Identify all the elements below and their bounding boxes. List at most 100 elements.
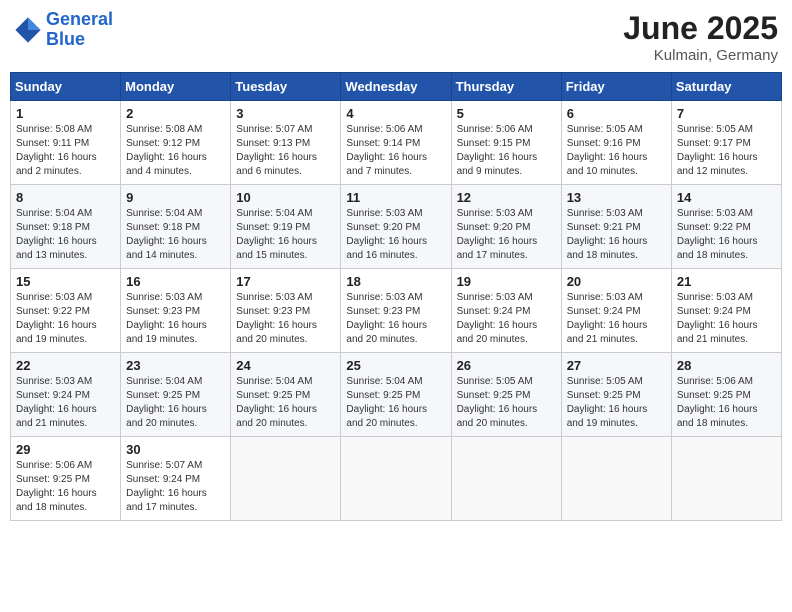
day-info: Sunrise: 5:03 AM Sunset: 9:23 PM Dayligh… bbox=[126, 291, 225, 347]
day-number: 28 bbox=[677, 358, 776, 373]
day-info: Sunrise: 5:03 AM Sunset: 9:22 PM Dayligh… bbox=[677, 207, 776, 263]
weekday-header: Wednesday bbox=[341, 73, 451, 101]
day-info: Sunrise: 5:04 AM Sunset: 9:18 PM Dayligh… bbox=[16, 207, 115, 263]
calendar-cell: 1Sunrise: 5:08 AM Sunset: 9:11 PM Daylig… bbox=[11, 101, 121, 185]
day-number: 26 bbox=[457, 358, 556, 373]
day-number: 30 bbox=[126, 442, 225, 457]
calendar-cell: 10 Sunrise: 5:04 AM Sunset: 9:19 PM Dayli… bbox=[231, 185, 341, 269]
day-number: 11 bbox=[346, 190, 445, 205]
calendar-cell: 28 Sunrise: 5:06 AM Sunset: 9:25 PM Dayli… bbox=[671, 353, 781, 437]
calendar-cell: 29Sunrise: 5:06 AM Sunset: 9:25 PM Dayli… bbox=[11, 437, 121, 521]
day-number: 19 bbox=[457, 274, 556, 289]
calendar-cell bbox=[231, 437, 341, 521]
day-number: 1 bbox=[16, 106, 115, 121]
day-info: Sunrise: 5:03 AM Sunset: 9:22 PM Dayligh… bbox=[16, 291, 115, 347]
calendar-cell bbox=[341, 437, 451, 521]
calendar-week-row: 29Sunrise: 5:06 AM Sunset: 9:25 PM Dayli… bbox=[11, 437, 782, 521]
day-info: Sunrise: 5:04 AM Sunset: 9:18 PM Dayligh… bbox=[126, 207, 225, 263]
calendar-cell: 19 Sunrise: 5:03 AM Sunset: 9:24 PM Dayli… bbox=[451, 269, 561, 353]
day-info: Sunrise: 5:05 AM Sunset: 9:16 PM Dayligh… bbox=[567, 123, 666, 179]
day-info: Sunrise: 5:04 AM Sunset: 9:25 PM Dayligh… bbox=[126, 375, 225, 431]
day-info: Sunrise: 5:04 AM Sunset: 9:25 PM Dayligh… bbox=[236, 375, 335, 431]
title-section: June 2025 Kulmain, Germany bbox=[623, 10, 778, 64]
day-info: Sunrise: 5:03 AM Sunset: 9:23 PM Dayligh… bbox=[236, 291, 335, 347]
calendar-subtitle: Kulmain, Germany bbox=[623, 47, 778, 64]
day-number: 9 bbox=[126, 190, 225, 205]
day-info: Sunrise: 5:03 AM Sunset: 9:24 PM Dayligh… bbox=[677, 291, 776, 347]
calendar-cell: 30 Sunrise: 5:07 AM Sunset: 9:24 PM Dayli… bbox=[121, 437, 231, 521]
day-info: Sunrise: 5:05 AM Sunset: 9:17 PM Dayligh… bbox=[677, 123, 776, 179]
day-number: 10 bbox=[236, 190, 335, 205]
calendar-cell: 16Sunrise: 5:03 AM Sunset: 9:23 PM Dayli… bbox=[121, 269, 231, 353]
day-info: Sunrise: 5:03 AM Sunset: 9:24 PM Dayligh… bbox=[457, 291, 556, 347]
calendar-week-row: 1Sunrise: 5:08 AM Sunset: 9:11 PM Daylig… bbox=[11, 101, 782, 185]
day-info: Sunrise: 5:03 AM Sunset: 9:20 PM Dayligh… bbox=[346, 207, 445, 263]
day-number: 20 bbox=[567, 274, 666, 289]
day-number: 8 bbox=[16, 190, 115, 205]
calendar-cell: 14 Sunrise: 5:03 AM Sunset: 9:22 PM Dayli… bbox=[671, 185, 781, 269]
day-number: 15 bbox=[16, 274, 115, 289]
calendar-cell: 21 Sunrise: 5:03 AM Sunset: 9:24 PM Dayli… bbox=[671, 269, 781, 353]
day-number: 2 bbox=[126, 106, 225, 121]
day-info: Sunrise: 5:06 AM Sunset: 9:25 PM Dayligh… bbox=[677, 375, 776, 431]
weekday-header: Friday bbox=[561, 73, 671, 101]
day-info: Sunrise: 5:04 AM Sunset: 9:19 PM Dayligh… bbox=[236, 207, 335, 263]
calendar-cell bbox=[561, 437, 671, 521]
weekday-header: Thursday bbox=[451, 73, 561, 101]
calendar-cell: 17 Sunrise: 5:03 AM Sunset: 9:23 PM Dayli… bbox=[231, 269, 341, 353]
day-info: Sunrise: 5:03 AM Sunset: 9:24 PM Dayligh… bbox=[16, 375, 115, 431]
day-number: 23 bbox=[126, 358, 225, 373]
day-number: 21 bbox=[677, 274, 776, 289]
day-number: 12 bbox=[457, 190, 556, 205]
calendar-cell: 4Sunrise: 5:06 AM Sunset: 9:14 PM Daylig… bbox=[341, 101, 451, 185]
weekday-header: Monday bbox=[121, 73, 231, 101]
day-info: Sunrise: 5:06 AM Sunset: 9:14 PM Dayligh… bbox=[346, 123, 445, 179]
calendar-cell: 20 Sunrise: 5:03 AM Sunset: 9:24 PM Dayli… bbox=[561, 269, 671, 353]
calendar-cell: 24 Sunrise: 5:04 AM Sunset: 9:25 PM Dayli… bbox=[231, 353, 341, 437]
logo-line1: General bbox=[46, 9, 113, 29]
calendar-cell: 26 Sunrise: 5:05 AM Sunset: 9:25 PM Dayli… bbox=[451, 353, 561, 437]
calendar-cell: 3Sunrise: 5:07 AM Sunset: 9:13 PM Daylig… bbox=[231, 101, 341, 185]
day-number: 5 bbox=[457, 106, 556, 121]
calendar-body: 1Sunrise: 5:08 AM Sunset: 9:11 PM Daylig… bbox=[11, 101, 782, 521]
day-number: 22 bbox=[16, 358, 115, 373]
day-number: 17 bbox=[236, 274, 335, 289]
day-number: 18 bbox=[346, 274, 445, 289]
day-number: 24 bbox=[236, 358, 335, 373]
calendar-cell: 22 Sunrise: 5:03 AM Sunset: 9:24 PM Dayli… bbox=[11, 353, 121, 437]
calendar-cell: 18Sunrise: 5:03 AM Sunset: 9:23 PM Dayli… bbox=[341, 269, 451, 353]
day-info: Sunrise: 5:05 AM Sunset: 9:25 PM Dayligh… bbox=[457, 375, 556, 431]
day-number: 14 bbox=[677, 190, 776, 205]
weekday-header: Saturday bbox=[671, 73, 781, 101]
weekday-header-row: SundayMondayTuesdayWednesdayThursdayFrid… bbox=[11, 73, 782, 101]
calendar-cell: 12 Sunrise: 5:03 AM Sunset: 9:20 PM Dayli… bbox=[451, 185, 561, 269]
logo-text: General Blue bbox=[46, 10, 113, 50]
calendar-cell: 23 Sunrise: 5:04 AM Sunset: 9:25 PM Dayli… bbox=[121, 353, 231, 437]
day-info: Sunrise: 5:08 AM Sunset: 9:12 PM Dayligh… bbox=[126, 123, 225, 179]
calendar-cell: 15 Sunrise: 5:03 AM Sunset: 9:22 PM Dayli… bbox=[11, 269, 121, 353]
calendar-cell: 9 Sunrise: 5:04 AM Sunset: 9:18 PM Daylig… bbox=[121, 185, 231, 269]
calendar-title: June 2025 bbox=[623, 10, 778, 47]
logo: General Blue bbox=[14, 10, 113, 50]
day-number: 25 bbox=[346, 358, 445, 373]
logo-icon bbox=[14, 16, 42, 44]
calendar-cell: 8 Sunrise: 5:04 AM Sunset: 9:18 PM Daylig… bbox=[11, 185, 121, 269]
weekday-header: Sunday bbox=[11, 73, 121, 101]
day-number: 7 bbox=[677, 106, 776, 121]
day-info: Sunrise: 5:03 AM Sunset: 9:24 PM Dayligh… bbox=[567, 291, 666, 347]
calendar-table: SundayMondayTuesdayWednesdayThursdayFrid… bbox=[10, 72, 782, 521]
weekday-header: Tuesday bbox=[231, 73, 341, 101]
calendar-cell: 25Sunrise: 5:04 AM Sunset: 9:25 PM Dayli… bbox=[341, 353, 451, 437]
calendar-cell: 6 Sunrise: 5:05 AM Sunset: 9:16 PM Daylig… bbox=[561, 101, 671, 185]
day-number: 6 bbox=[567, 106, 666, 121]
day-info: Sunrise: 5:03 AM Sunset: 9:20 PM Dayligh… bbox=[457, 207, 556, 263]
day-info: Sunrise: 5:07 AM Sunset: 9:24 PM Dayligh… bbox=[126, 459, 225, 515]
day-info: Sunrise: 5:03 AM Sunset: 9:21 PM Dayligh… bbox=[567, 207, 666, 263]
calendar-cell bbox=[451, 437, 561, 521]
day-number: 3 bbox=[236, 106, 335, 121]
day-info: Sunrise: 5:05 AM Sunset: 9:25 PM Dayligh… bbox=[567, 375, 666, 431]
calendar-week-row: 15 Sunrise: 5:03 AM Sunset: 9:22 PM Dayli… bbox=[11, 269, 782, 353]
calendar-cell: 11 Sunrise: 5:03 AM Sunset: 9:20 PM Dayli… bbox=[341, 185, 451, 269]
calendar-cell: 13Sunrise: 5:03 AM Sunset: 9:21 PM Dayli… bbox=[561, 185, 671, 269]
calendar-cell: 5Sunrise: 5:06 AM Sunset: 9:15 PM Daylig… bbox=[451, 101, 561, 185]
